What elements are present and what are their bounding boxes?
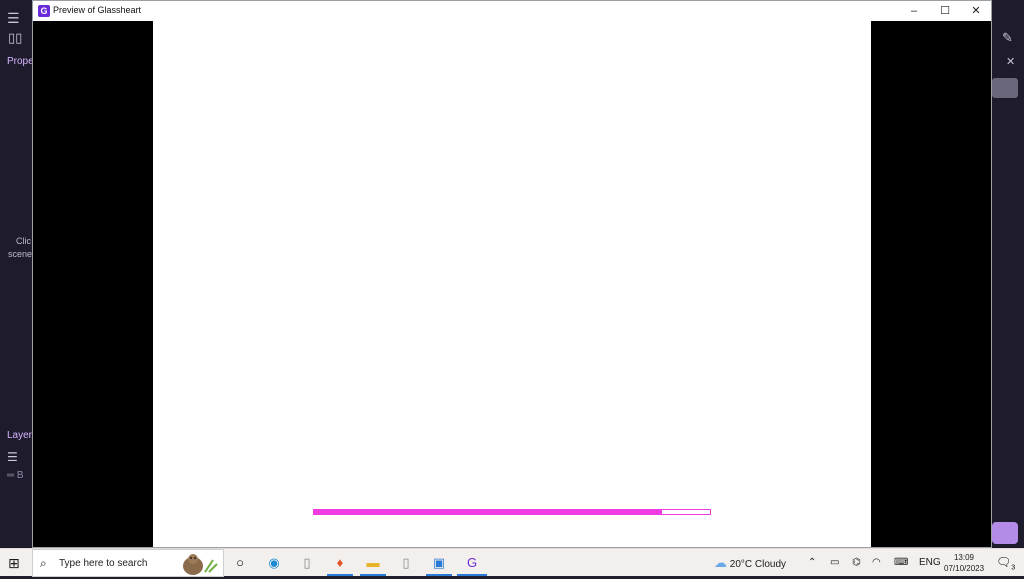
progress-fill bbox=[314, 510, 663, 514]
window-title: Preview of Glassheart bbox=[53, 5, 142, 15]
hamburger-menu-icon[interactable]: ☰ bbox=[7, 10, 20, 27]
search-placeholder: Type here to search bbox=[59, 558, 148, 569]
weather-condition: Cloudy bbox=[754, 559, 787, 570]
photos-app-icon[interactable]: ▣ bbox=[428, 553, 450, 573]
right-panel: ✎ ✕ bbox=[992, 0, 1024, 548]
layer-item[interactable]: ═ B bbox=[7, 470, 24, 481]
notifications-icon[interactable]: 🗨3 bbox=[996, 555, 1015, 571]
blank-document-icon[interactable]: ▯ bbox=[395, 553, 417, 573]
maximize-button[interactable]: ☐ bbox=[930, 1, 960, 21]
notification-count: 3 bbox=[1011, 564, 1016, 572]
show-hidden-icons-chevron-icon[interactable]: ⌃ bbox=[808, 549, 816, 577]
cloud-icon: ☁ bbox=[714, 555, 727, 570]
preview-canvas[interactable] bbox=[33, 21, 991, 547]
clock-date: 07/10/2023 bbox=[944, 564, 985, 573]
file-explorer-icon[interactable]: ▬ bbox=[362, 553, 384, 573]
close-button[interactable]: ✕ bbox=[961, 1, 991, 21]
battery-icon[interactable]: ▭ bbox=[830, 549, 839, 577]
keyboard-icon[interactable]: ⌨ bbox=[894, 549, 908, 577]
panel-slot[interactable] bbox=[992, 78, 1018, 98]
loading-progress-bar bbox=[313, 509, 711, 515]
hint-text-line1: Clic bbox=[16, 236, 31, 246]
device-icon[interactable]: ⌬ bbox=[852, 549, 861, 577]
properties-label: Prope bbox=[7, 56, 34, 67]
wifi-icon[interactable]: ◠ bbox=[872, 549, 881, 577]
panels-icon[interactable]: ▯▯ bbox=[8, 30, 22, 46]
windows-start-icon[interactable]: ⊞ bbox=[8, 555, 20, 572]
search-highlight-illustration bbox=[183, 554, 218, 575]
window-titlebar[interactable]: G Preview of Glassheart – ☐ ✕ bbox=[33, 1, 991, 21]
edge-browser-icon[interactable]: ◉ bbox=[263, 553, 285, 573]
minimize-button[interactable]: – bbox=[899, 1, 929, 21]
weather-widget[interactable]: ☁ 20°C Cloudy bbox=[714, 549, 786, 577]
language-indicator[interactable]: ENG bbox=[919, 549, 941, 577]
task-view-icon[interactable]: ○ bbox=[229, 553, 251, 573]
search-icon: ⌕ bbox=[40, 556, 47, 570]
panel-action-button[interactable] bbox=[992, 522, 1018, 544]
taskbar: ⊞ ⌕ Type here to search ○ ◉ ▯ ♦ ▬ ▯ ▣ G … bbox=[0, 548, 1024, 577]
hint-text-line2: scene bbox=[8, 249, 33, 259]
close-panel-icon[interactable]: ✕ bbox=[1006, 55, 1015, 68]
layers-menu-icon[interactable]: ☰ bbox=[7, 450, 18, 464]
glassheart-taskbar-icon[interactable]: G bbox=[461, 553, 483, 573]
left-panel: ☰ ▯▯ Prope Clic scene Layer ☰ ═ B bbox=[0, 0, 34, 548]
edit-icon[interactable]: ✎ bbox=[1002, 30, 1013, 46]
system-clock[interactable]: 13:09 07/10/2023 bbox=[944, 552, 984, 574]
brave-browser-icon[interactable]: ♦ bbox=[329, 553, 351, 573]
glassheart-app-icon: G bbox=[38, 5, 50, 17]
weather-temp: 20°C bbox=[729, 559, 753, 570]
taskbar-search-box[interactable]: ⌕ Type here to search bbox=[32, 549, 224, 577]
clock-time: 13:09 bbox=[953, 553, 975, 562]
blank-file-icon[interactable]: ▯ bbox=[296, 553, 318, 573]
preview-window: G Preview of Glassheart – ☐ ✕ bbox=[32, 0, 992, 548]
layers-label: Layer bbox=[7, 430, 33, 441]
letterbox-left bbox=[33, 21, 153, 547]
letterbox-right bbox=[871, 21, 991, 547]
